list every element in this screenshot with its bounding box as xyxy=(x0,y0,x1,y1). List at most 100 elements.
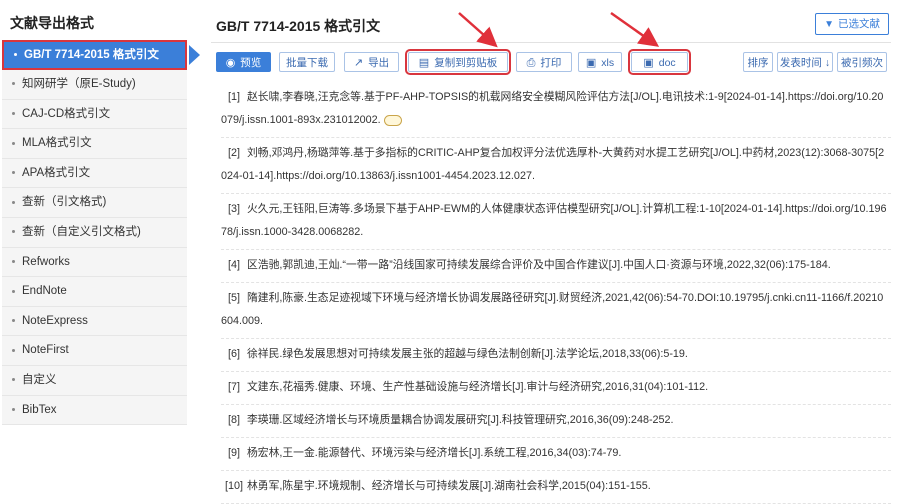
bullet-icon xyxy=(12,112,15,116)
export-button[interactable]: ↗ 导出 xyxy=(344,52,399,72)
ref-text-cont: 079/j.issn.1001-893x.231012002. xyxy=(221,114,381,126)
sidebar-item-label: GB/T 7714-2015 格式引文 xyxy=(24,49,159,61)
bullet-icon xyxy=(14,53,17,57)
sidebar-item-label: NoteFirst xyxy=(22,344,69,357)
word-icon: ▣ xyxy=(643,57,654,69)
clipboard-icon: ▤ xyxy=(418,57,430,69)
list-item: [7] 文建东,花福秀.健康、环境、生产性基础设施与经济增长[J].审计与经济研究… xyxy=(221,372,891,405)
ref-text: 杨宏林,王一金.能源替代、环境污染与经济增长[J].系统工程,2016,34(0… xyxy=(247,447,622,459)
sidebar-item-estudy[interactable]: 知网研学（原E-Study) xyxy=(2,70,187,100)
sidebar-item-chaxin-custom[interactable]: 查新（自定义引文格式) xyxy=(2,217,187,248)
xls-label: xls xyxy=(601,57,615,69)
sidebar-item-apa[interactable]: APA格式引文 xyxy=(2,158,187,189)
sort-label: 排序 xyxy=(747,57,769,69)
preview-button[interactable]: ◉ 预览 xyxy=(216,52,271,72)
ref-text: 李瑛珊.区域经济增长与环境质量耦合协调发展研究[J].科技管理研究,2016,3… xyxy=(247,414,674,426)
publish-time-label: 发表时间 xyxy=(779,57,822,69)
print-button[interactable]: ⎙ 打印 xyxy=(516,52,572,72)
ref-number: [5] xyxy=(227,292,240,304)
ref-text: 赵长啸,李春晓,汪克念等.基于PF-AHP-TOPSIS的机载网络安全模糊风险评… xyxy=(247,91,884,103)
main-panel: GB/T 7714-2015 格式引文 ▼ 已选文献 ◉ 预览 批量下载 ↗ 导出 ▤… xyxy=(201,0,901,504)
bullet-icon xyxy=(12,230,15,234)
cite-icon[interactable] xyxy=(383,114,402,126)
list-item: [10] 林勇军,陈星宇.环境规制、经济增长与可持续发展[J].湖南社会科学,20… xyxy=(221,471,891,504)
ref-number: [2] xyxy=(227,147,240,159)
ref-number: [7] xyxy=(227,381,240,393)
bullet-icon xyxy=(12,408,15,411)
printer-icon: ⎙ xyxy=(526,57,536,69)
ref-text-cont: 78/j.issn.1000-3428.0068282. xyxy=(221,226,364,238)
filter-icon: ▼ xyxy=(824,19,834,30)
sidebar-item-noteexpress[interactable]: NoteExpress xyxy=(2,306,187,337)
export-icon: ↗ xyxy=(353,57,364,69)
format-list: GB/T 7714-2015 格式引文 知网研学（原E-Study) CAJ-C… xyxy=(2,40,187,426)
batch-download-label: 批量下载 xyxy=(286,57,328,69)
sidebar-item-mla[interactable]: MLA格式引文 xyxy=(2,129,187,159)
batch-download-button[interactable]: 批量下载 xyxy=(279,52,335,72)
sidebar-item-label: BibTex xyxy=(22,403,57,416)
sort-publish-time-button[interactable]: 发表时间 ↓ xyxy=(777,52,833,72)
print-label: 打印 xyxy=(540,57,562,69)
bullet-icon xyxy=(12,82,15,86)
sidebar-item-label: 查新（引文格式) xyxy=(22,196,107,209)
sidebar-item-refworks[interactable]: Refworks xyxy=(2,247,187,278)
preview-label: 预览 xyxy=(240,57,262,69)
page-title: GB/T 7714-2015 格式引文 xyxy=(216,18,381,34)
bullet-icon xyxy=(12,378,15,382)
ref-text: 火久元,王钰阳,巨涛等.多场景下基于AHP-EWM的人体健康状态评估模型研究[J… xyxy=(247,203,887,215)
ref-number: [4] xyxy=(227,259,240,271)
divider xyxy=(211,42,891,43)
selected-docs-label: 已选文献 xyxy=(838,18,880,30)
list-item: [6] 徐祥民.绿色发展思想对可持续发展主张的超越与绿色法制创新[J].法学论坛,… xyxy=(221,339,891,372)
sidebar-item-cajcd[interactable]: CAJ-CD格式引文 xyxy=(2,99,187,130)
sidebar-item-gbt7714[interactable]: GB/T 7714-2015 格式引文 xyxy=(2,40,187,70)
bullet-icon xyxy=(12,289,15,293)
bullet-icon xyxy=(12,141,15,145)
list-item: [8] 李瑛珊.区域经济增长与环境质量耦合协调发展研究[J].科技管理研究,201… xyxy=(221,405,891,438)
ref-number: [10] xyxy=(224,480,243,492)
sidebar-item-label: APA格式引文 xyxy=(22,166,91,179)
sort-button[interactable]: 排序 xyxy=(743,52,773,72)
bullet-icon xyxy=(12,319,15,323)
export-format-sidebar: 文献导出格式 GB/T 7714-2015 格式引文 知网研学（原E-Study… xyxy=(0,0,189,500)
sidebar-item-chaxin[interactable]: 查新（引文格式) xyxy=(2,188,187,218)
sidebar-item-label: MLA格式引文 xyxy=(22,137,92,150)
selected-docs-button[interactable]: ▼ 已选文献 xyxy=(815,13,889,35)
ref-text: 刘畅,邓鸿丹,杨璐萍等.基于多指标的CRITIC-AHP复合加权评分法优选厚朴-… xyxy=(247,147,885,159)
xls-button[interactable]: ▣ xls xyxy=(578,52,622,72)
doc-button[interactable]: ▣ doc xyxy=(628,49,691,75)
export-label: 导出 xyxy=(368,57,390,69)
sidebar-item-label: 知网研学（原E-Study) xyxy=(22,78,136,90)
list-item: [3] 火久元,王钰阳,巨涛等.多场景下基于AHP-EWM的人体健康状态评估模型研… xyxy=(221,194,891,250)
sidebar-item-endnote[interactable]: EndNote xyxy=(2,277,187,307)
sidebar-item-notefirst[interactable]: NoteFirst xyxy=(2,336,187,366)
sidebar-item-label: EndNote xyxy=(22,285,67,298)
sidebar-item-label: NoteExpress xyxy=(22,314,88,327)
copy-to-clipboard-button[interactable]: ▤ 复制到剪贴板 xyxy=(405,49,511,75)
sidebar-item-label: CAJ-CD格式引文 xyxy=(22,107,111,120)
ref-text: 徐祥民.绿色发展思想对可持续发展主张的超越与绿色法制创新[J].法学论坛,201… xyxy=(247,348,688,360)
active-item-pointer xyxy=(189,45,200,65)
ref-text-cont: 024-01-14].https://doi.org/10.13863/j.is… xyxy=(221,170,535,182)
bullet-icon xyxy=(12,260,15,264)
cited-count-label: 被引频次 xyxy=(841,57,883,69)
ref-number: [6] xyxy=(227,348,240,360)
doc-label: doc xyxy=(658,57,676,69)
eye-icon: ◉ xyxy=(225,57,236,69)
list-item: [5] 隋建利,陈豪.生态足迹视域下环境与经济增长协调发展路径研究[J].财贸经济… xyxy=(221,283,891,339)
ref-number: [1] xyxy=(227,91,240,103)
sidebar-item-bibtex[interactable]: BibTex xyxy=(2,395,187,426)
ref-number: [9] xyxy=(227,447,240,459)
ref-text: 区浩驰,郭凯迪,王灿.“一带一路”沿线国家可持续发展综合评价及中国合作建议[J]… xyxy=(247,259,831,271)
ref-text: 隋建利,陈豪.生态足迹视域下环境与经济增长协调发展路径研究[J].财贸经济,20… xyxy=(247,292,884,304)
list-item: [4] 区浩驰,郭凯迪,王灿.“一带一路”沿线国家可持续发展综合评价及中国合作建议… xyxy=(221,250,891,283)
sidebar-item-label: 查新（自定义引文格式) xyxy=(22,225,141,238)
copy-to-clipboard-label: 复制到剪贴板 xyxy=(434,57,498,69)
sidebar-item-custom[interactable]: 自定义 xyxy=(2,365,187,396)
bullet-icon xyxy=(12,348,15,352)
ref-text-cont: 604.009. xyxy=(221,315,264,327)
list-item: [1] 赵长啸,李春晓,汪克念等.基于PF-AHP-TOPSIS的机载网络安全模糊… xyxy=(221,82,891,138)
sidebar-title: 文献导出格式 xyxy=(10,15,94,31)
sort-cited-count-button[interactable]: 被引频次 xyxy=(837,52,887,72)
sidebar-item-label: Refworks xyxy=(22,255,70,268)
